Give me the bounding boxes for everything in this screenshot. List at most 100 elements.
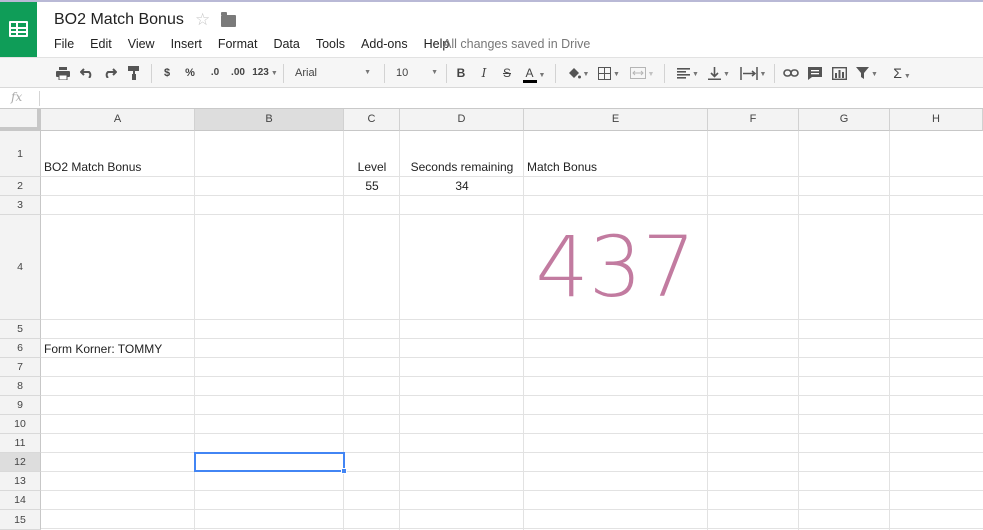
chevron-down-icon: ▼ bbox=[613, 71, 620, 78]
cell-d1[interactable]: Seconds remaining bbox=[400, 160, 524, 174]
toolbar: $ % .0 .00 123 ▼ Arial ▼ 10 ▼ B I S A ▼ ▼ ▼ … bbox=[0, 57, 983, 88]
text-color-label: A bbox=[522, 66, 537, 83]
print-icon[interactable] bbox=[54, 58, 72, 88]
column-header-c[interactable]: C bbox=[344, 109, 400, 131]
fill-color-button[interactable]: ▼ bbox=[564, 58, 592, 88]
fill-color-icon bbox=[568, 67, 581, 79]
percent-button[interactable]: % bbox=[183, 58, 197, 88]
row-header-11[interactable]: 11 bbox=[0, 434, 41, 453]
font-size-select[interactable]: 10 ▼ bbox=[390, 58, 442, 88]
column-header-f[interactable]: F bbox=[708, 109, 799, 131]
chevron-down-icon: ▼ bbox=[723, 71, 730, 78]
row-header-9[interactable]: 9 bbox=[0, 396, 41, 415]
filter-button[interactable]: ▼ bbox=[852, 58, 882, 88]
row-header-8[interactable]: 8 bbox=[0, 377, 41, 396]
row-header-5[interactable]: 5 bbox=[0, 320, 41, 339]
column-header-h[interactable]: H bbox=[890, 109, 983, 131]
row-header-10[interactable]: 10 bbox=[0, 415, 41, 434]
chevron-down-icon: ▼ bbox=[270, 70, 278, 77]
horizontal-align-button[interactable]: ▼ bbox=[673, 58, 703, 88]
cell-a6[interactable]: Form Korner: TOMMY bbox=[41, 342, 195, 356]
row-header-7[interactable]: 7 bbox=[0, 358, 41, 377]
row-header-2[interactable]: 2 bbox=[0, 177, 41, 196]
sheets-logo-icon[interactable] bbox=[0, 2, 37, 57]
undo-icon[interactable] bbox=[78, 58, 96, 88]
row-header-1[interactable]: 1 bbox=[0, 131, 41, 177]
menu-edit[interactable]: Edit bbox=[82, 37, 120, 55]
gridline bbox=[41, 528, 983, 529]
chevron-down-icon: ▼ bbox=[582, 71, 590, 78]
insert-comment-button[interactable] bbox=[806, 58, 824, 88]
save-status[interactable]: All changes saved in Drive bbox=[443, 37, 590, 51]
row-header-15[interactable]: 15 bbox=[0, 510, 41, 530]
row-header-6[interactable]: 6 bbox=[0, 339, 41, 358]
row-header-14[interactable]: 14 bbox=[0, 491, 41, 510]
chevron-down-icon: ▼ bbox=[871, 71, 878, 78]
toolbar-separator bbox=[446, 64, 447, 83]
menu-file[interactable]: File bbox=[46, 37, 82, 55]
selected-cell-b12[interactable] bbox=[194, 452, 345, 472]
menu-data[interactable]: Data bbox=[265, 37, 307, 55]
toolbar-separator bbox=[774, 64, 775, 83]
row-header-12[interactable]: 12 bbox=[0, 453, 41, 472]
font-family-value: Arial bbox=[295, 67, 318, 79]
strikethrough-button[interactable]: S bbox=[500, 58, 514, 88]
menu-format[interactable]: Format bbox=[210, 37, 266, 55]
gridline bbox=[41, 176, 983, 177]
column-header-a[interactable]: A bbox=[41, 109, 195, 131]
menu-tools[interactable]: Tools bbox=[308, 37, 353, 55]
more-formats-button[interactable]: 123 ▼ bbox=[251, 58, 279, 88]
font-family-select[interactable]: Arial ▼ bbox=[287, 58, 379, 88]
cell-e4[interactable]: 437 bbox=[524, 214, 707, 320]
cell-a1[interactable]: BO2 Match Bonus bbox=[41, 160, 195, 174]
insert-link-button[interactable] bbox=[781, 58, 801, 88]
bold-button[interactable]: B bbox=[454, 58, 468, 88]
vertical-align-button[interactable]: ▼ bbox=[705, 58, 733, 88]
row-header-4[interactable]: 4 bbox=[0, 215, 41, 320]
formula-bar: fx bbox=[0, 88, 983, 109]
cell-e1[interactable]: Match Bonus bbox=[524, 160, 708, 174]
folder-icon[interactable] bbox=[221, 12, 236, 27]
cell-d2[interactable]: 34 bbox=[400, 179, 524, 193]
font-size-value: 10 bbox=[396, 67, 409, 79]
text-color-button[interactable]: A ▼ bbox=[521, 58, 547, 88]
gridline bbox=[41, 490, 983, 491]
column-header-e[interactable]: E bbox=[524, 109, 708, 131]
cell-c1[interactable]: Level bbox=[344, 160, 400, 174]
spreadsheet-grid: A B C D E F G H 1 2 3 4 5 6 7 8 9 10 11 … bbox=[0, 109, 983, 530]
select-all-corner[interactable] bbox=[0, 109, 41, 131]
star-icon[interactable]: ☆ bbox=[195, 10, 210, 30]
gridline bbox=[41, 214, 983, 215]
redo-icon[interactable] bbox=[101, 58, 119, 88]
gridline bbox=[41, 357, 983, 358]
row-header-3[interactable]: 3 bbox=[0, 196, 41, 215]
column-header-g[interactable]: G bbox=[799, 109, 890, 131]
chevron-down-icon: ▼ bbox=[647, 71, 655, 78]
merge-icon bbox=[629, 67, 646, 80]
paint-format-icon[interactable] bbox=[125, 58, 143, 88]
chevron-down-icon: ▼ bbox=[431, 69, 438, 76]
document-title[interactable]: BO2 Match Bonus bbox=[54, 11, 184, 29]
fill-handle[interactable] bbox=[341, 468, 347, 474]
merge-cells-button[interactable]: ▼ bbox=[627, 58, 657, 88]
cell-c2[interactable]: 55 bbox=[344, 179, 400, 193]
text-wrapping-button[interactable]: ▼ bbox=[737, 58, 769, 88]
decrease-decimal-button[interactable]: .0 bbox=[206, 58, 224, 88]
italic-button[interactable]: I bbox=[477, 58, 491, 88]
column-header-d[interactable]: D bbox=[400, 109, 524, 131]
menu-view[interactable]: View bbox=[120, 37, 163, 55]
spreadsheet-app: BO2 Match Bonus ☆ File Edit View Insert … bbox=[0, 0, 983, 530]
menu-add-ons[interactable]: Add-ons bbox=[353, 37, 416, 55]
insert-chart-button[interactable] bbox=[829, 58, 849, 88]
chevron-down-icon: ▼ bbox=[903, 73, 911, 80]
align-left-icon bbox=[677, 67, 691, 79]
menu-insert[interactable]: Insert bbox=[163, 37, 210, 55]
currency-button[interactable]: $ bbox=[160, 58, 174, 88]
row-header-13[interactable]: 13 bbox=[0, 472, 41, 491]
increase-decimal-button[interactable]: .00 bbox=[228, 58, 248, 88]
column-header-b[interactable]: B bbox=[195, 109, 344, 131]
functions-button[interactable]: Σ ▼ bbox=[887, 58, 917, 88]
borders-button[interactable]: ▼ bbox=[597, 58, 621, 88]
formula-input[interactable] bbox=[39, 91, 979, 106]
chevron-down-icon: ▼ bbox=[538, 72, 546, 79]
